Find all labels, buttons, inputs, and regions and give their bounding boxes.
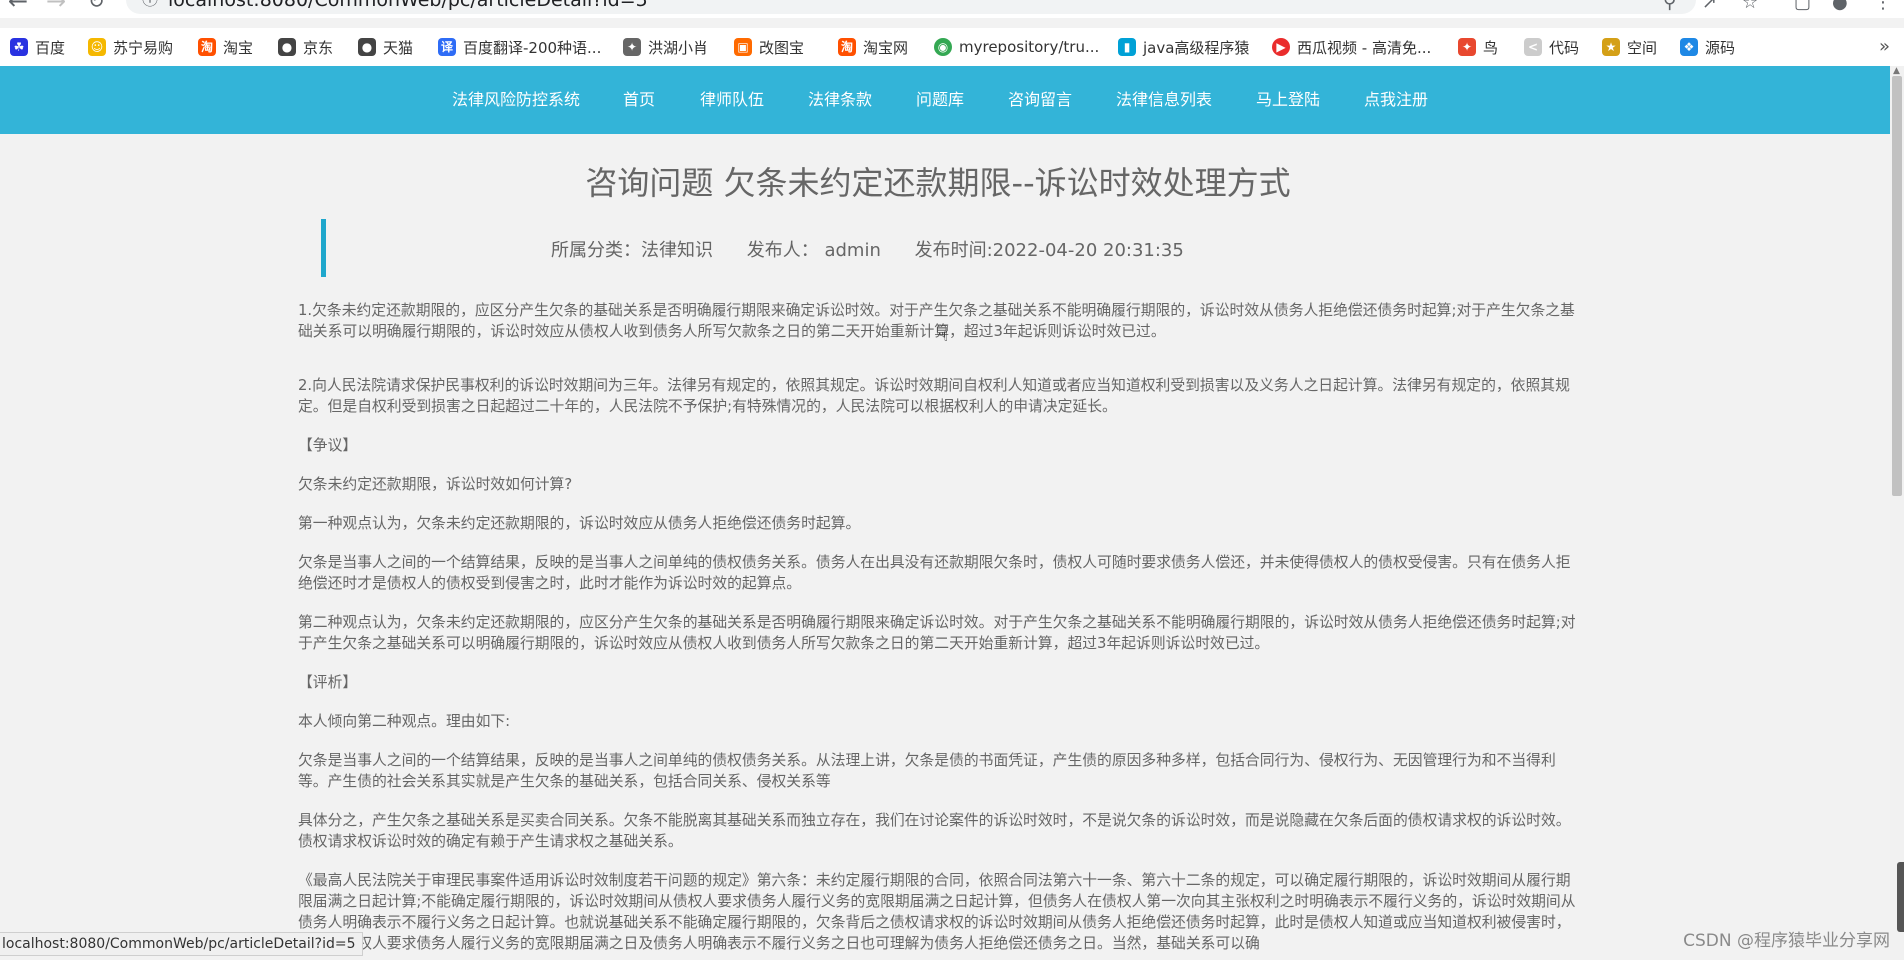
bookmark-label: 改图宝 <box>759 38 805 57</box>
hand-cursor-icon: ☟ <box>936 322 950 347</box>
bookmark-item[interactable]: ▣ 改图宝 <box>734 28 804 66</box>
bookmark-item[interactable]: 译百度翻译-200种语... <box>438 28 601 66</box>
main-nav: 法律风险防控系统 首页 律师队伍 法律条款 问题库 咨询留言 法律信息列表 马上… <box>0 66 1890 134</box>
forward-arrow-icon[interactable]: → <box>46 0 66 13</box>
nav-brand[interactable]: 法律风险防控系统 <box>452 66 580 134</box>
bookmark-label: 百度 <box>35 38 66 57</box>
baidu-icon: ☘ <box>10 38 28 56</box>
bookmark-item[interactable]: 淘淘宝 <box>198 28 253 66</box>
bookmark-label: 百度翻译-200种语... <box>463 38 602 57</box>
article-title: 咨询问题 欠条未约定还款期限--诉讼时效处理方式 <box>585 164 1291 202</box>
info-icon[interactable]: ⓘ <box>142 0 158 14</box>
bookmark-label: 淘宝 <box>223 38 254 57</box>
bookmark-item[interactable]: ▶ 西瓜视频 - 高清免... <box>1272 28 1431 66</box>
address-bar[interactable]: ⓘ localhost:8080/CommonWeb/pc/articleDet… <box>126 0 1696 14</box>
bookmark-label: 代码 <box>1549 38 1580 57</box>
article-paragraph: 《最高人民法院关于审理民事案件适用诉讼时效制度若干问题的规定》第六条：未约定履行… <box>298 872 1576 952</box>
bookmark-item[interactable]: ❖ 源码 <box>1680 28 1735 66</box>
image-icon: ▣ <box>734 38 752 56</box>
bird-icon: ✦ <box>623 38 641 56</box>
nav-item-lawyers[interactable]: 律师队伍 <box>700 66 764 134</box>
scrollbar-thumb[interactable] <box>1892 76 1902 496</box>
article-paragraph: 欠条是当事人之间的一个结算结果，反映的是当事人之间单纯的债权债务关系。从法理上讲… <box>298 752 1556 790</box>
bookmark-item[interactable]: ◉ myrepository/tru... <box>934 28 1099 66</box>
bookmark-item[interactable]: ✦ 鸟 <box>1458 28 1498 66</box>
article-paragraph: 第一种观点认为，欠条未约定还款期限的，诉讼时效应从债务人拒绝偿还债务时起算。 <box>298 515 861 532</box>
article-category: 所属分类：法律知识 <box>551 240 713 261</box>
profile-icon[interactable]: ● <box>1832 0 1848 12</box>
bookmark-item[interactable]: < 代码 <box>1524 28 1579 66</box>
article-body: 1.欠条未约定还款期限的，应区分产生欠条的基础关系是否明确履行期限来确定诉讼时效… <box>298 300 1578 954</box>
fish-icon: ❖ <box>1680 38 1698 56</box>
article-paragraph: 欠条是当事人之间的一个结算结果，反映的是当事人之间单纯的债权债务关系。债务人在出… <box>298 554 1571 592</box>
bookmark-label: 淘宝网 <box>863 38 909 57</box>
nav-item-register[interactable]: 点我注册 <box>1364 66 1428 134</box>
bookmark-label: 京东 <box>303 38 334 57</box>
star-icon[interactable]: ☆ <box>1742 0 1758 12</box>
article-paragraph: 【评析】 <box>298 674 358 691</box>
bookmarks-bar: ☘ 百度 ☺ 苏宁易购 淘淘宝 ● 京东 ● 天猫 译百度翻译-200种语... ✦ 洪湖… <box>0 28 1904 67</box>
bookmark-item[interactable]: ● 天猫 <box>358 28 413 66</box>
browser-toolbar: ← → ↻ ⓘ localhost:8080/CommonWeb/pc/arti… <box>0 0 1904 18</box>
back-arrow-icon[interactable]: ← <box>8 0 28 13</box>
article-paragraph: 具体分之，产生欠条之基础关系是买卖合同关系。欠条不能脱离其基础关系而独立存在，我… <box>298 812 1571 850</box>
nav-item-questions[interactable]: 问题库 <box>916 66 964 134</box>
page-scrollbar[interactable]: ▲ <box>1890 66 1904 960</box>
article-paragraph: 第二种观点认为，欠条未约定还款期限的，应区分产生欠条的基础关系是否明确履行期限来… <box>298 614 1576 652</box>
code-icon: < <box>1524 38 1542 56</box>
meta-accent-bar <box>321 219 326 277</box>
bookmark-label: 苏宁易购 <box>113 38 174 57</box>
suning-icon: ☺ <box>88 38 106 56</box>
bookmark-label: 西瓜视频 - 高清免... <box>1297 38 1432 57</box>
share-icon[interactable]: ↗ <box>1702 0 1717 12</box>
nav-item-consult[interactable]: 咨询留言 <box>1008 66 1072 134</box>
nav-item-home[interactable]: 首页 <box>623 66 655 134</box>
bookmark-item[interactable]: ▮ java高级程序猿 <box>1118 28 1249 66</box>
bookmark-item[interactable]: ● 京东 <box>278 28 333 66</box>
nav-item-laws[interactable]: 法律条款 <box>808 66 872 134</box>
menu-icon[interactable]: ⋮ <box>1874 0 1892 12</box>
taobao-icon: 淘 <box>838 38 856 56</box>
bookmark-label: 空间 <box>1627 38 1658 57</box>
globe-icon: ● <box>358 38 376 56</box>
article-paragraph: 2.向人民法院请求保护民事权利的诉讼时效期间为三年。法律另有规定的，依照其规定。… <box>298 377 1570 415</box>
bilibili-icon: ▮ <box>1118 38 1136 56</box>
url-text[interactable]: localhost:8080/CommonWeb/pc/articleDetai… <box>168 0 648 14</box>
zoom-icon[interactable]: ⚲ <box>1663 0 1676 12</box>
bookmark-label: 天猫 <box>383 38 414 57</box>
video-icon: ▶ <box>1272 38 1290 56</box>
article-publish-time: 发布时间:2022-04-20 20:31:35 <box>914 240 1184 261</box>
chrome-icon: ◉ <box>934 38 952 56</box>
article-paragraph: 本人倾向第二种观点。理由如下: <box>298 713 511 730</box>
article-paragraph: 欠条未约定还款期限，诉讼时效如何计算? <box>298 476 573 493</box>
bird-icon: ✦ <box>1458 38 1476 56</box>
nav-item-legal-info[interactable]: 法律信息列表 <box>1116 66 1212 134</box>
bookmark-item[interactable]: ☘ 百度 <box>10 28 65 66</box>
side-panel-handle[interactable] <box>1897 862 1904 932</box>
link-status-bar: localhost:8080/CommonWeb/pc/articleDetai… <box>0 932 363 956</box>
scroll-up-icon[interactable]: ▲ <box>1893 66 1900 76</box>
bookmark-item[interactable]: 淘淘宝网 <box>838 28 908 66</box>
reload-icon[interactable]: ↻ <box>88 0 105 11</box>
nav-item-login[interactable]: 马上登陆 <box>1256 66 1320 134</box>
taobao-icon: 淘 <box>198 38 216 56</box>
bookmark-label: 鸟 <box>1483 38 1499 57</box>
more-bookmarks-icon[interactable]: » <box>1879 28 1890 66</box>
space-icon: ★ <box>1602 38 1620 56</box>
article-publisher: 发布人： admin <box>746 240 881 261</box>
article-meta: 所属分类：法律知识 发布人： admin 发布时间:2022-04-20 20:… <box>551 236 1212 262</box>
sidebar-icon[interactable]: ▢ <box>1794 0 1811 12</box>
bookmark-label: 源码 <box>1705 38 1736 57</box>
globe-icon: ● <box>278 38 296 56</box>
bookmark-label: myrepository/tru... <box>959 38 1100 56</box>
translate-icon: 译 <box>438 38 456 56</box>
bookmark-label: 洪湖小肖 <box>648 38 709 57</box>
bookmark-item[interactable]: ✦ 洪湖小肖 <box>623 28 708 66</box>
bookmark-label: java高级程序猿 <box>1143 38 1250 57</box>
bookmark-item[interactable]: ★ 空间 <box>1602 28 1657 66</box>
csdn-watermark: CSDN @程序猿毕业分享网 <box>1683 931 1890 951</box>
bookmark-item[interactable]: ☺ 苏宁易购 <box>88 28 173 66</box>
article-paragraph: 【争议】 <box>298 437 358 454</box>
